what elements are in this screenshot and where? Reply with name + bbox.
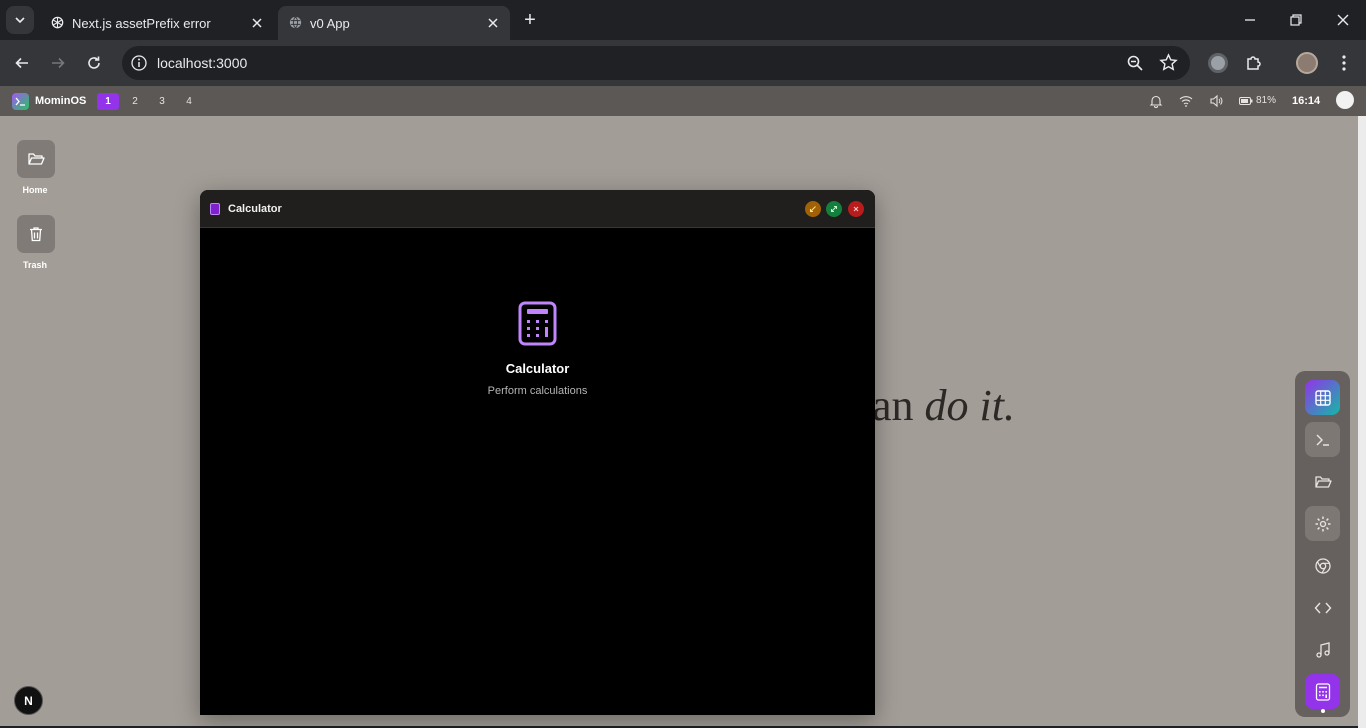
chrome-icon <box>1314 557 1331 574</box>
battery-icon <box>1239 96 1253 106</box>
workspace-1-button[interactable]: 1 <box>97 93 119 110</box>
tab-title: Next.js assetPrefix error <box>72 15 211 31</box>
tab-nextjs-error[interactable]: Next.js assetPrefix error <box>38 6 274 40</box>
close-tab-icon[interactable] <box>248 14 266 32</box>
tab-search-dropdown-button[interactable] <box>6 6 34 34</box>
terminal-icon <box>1316 434 1329 446</box>
calculator-window: Calculator Calculator Perform calculatio… <box>200 190 875 715</box>
os-logo-icon[interactable] <box>12 93 29 110</box>
desktop-icon-label: Trash <box>22 260 47 270</box>
profile-extension-icon[interactable] <box>1208 53 1228 73</box>
dock-item-music[interactable] <box>1305 632 1340 667</box>
desktop-icon-label: Home <box>22 185 48 195</box>
address-bar[interactable]: localhost:3000 <box>122 46 1190 80</box>
workspace-4-button[interactable]: 4 <box>178 93 200 110</box>
app-description: Perform calculations <box>487 385 588 397</box>
window-title: Calculator <box>228 203 282 215</box>
trash-icon <box>17 215 55 253</box>
folder-icon <box>1314 475 1332 488</box>
user-status-avatar[interactable] <box>1336 91 1354 109</box>
tab-title: v0 App <box>310 15 350 31</box>
reload-icon <box>88 56 100 69</box>
dock-item-settings[interactable] <box>1305 506 1340 541</box>
os-brand-name: MominOS <box>35 95 87 107</box>
os-top-bar: MominOS 1 2 3 4 81% 16:14 <box>0 86 1366 116</box>
desktop-icon-trash[interactable]: Trash <box>5 215 65 270</box>
chevron-down-icon <box>15 17 25 24</box>
active-app-indicator <box>1321 709 1325 713</box>
restore-window-button[interactable] <box>1286 10 1306 30</box>
dock-item-apps[interactable] <box>1305 380 1340 415</box>
globe-icon <box>289 16 302 29</box>
tab-v0-app[interactable]: v0 App <box>278 6 510 40</box>
new-tab-button[interactable]: + <box>518 8 542 32</box>
minimize-icon <box>810 206 816 212</box>
maximize-button[interactable] <box>826 201 842 217</box>
code-icon <box>1314 602 1331 613</box>
page-scrollbar[interactable] <box>1358 116 1366 728</box>
extensions-puzzle-icon[interactable] <box>1244 53 1264 73</box>
app-dock <box>1295 371 1350 717</box>
bell-icon[interactable] <box>1149 94 1163 108</box>
minimize-window-button[interactable] <box>1240 10 1260 30</box>
dock-item-terminal[interactable] <box>1305 422 1340 457</box>
calculator-small-icon <box>210 203 220 215</box>
calculator-icon <box>1315 682 1330 701</box>
back-button[interactable] <box>8 49 36 77</box>
settings-icon <box>1315 516 1330 531</box>
workspace-2-button[interactable]: 2 <box>124 93 146 110</box>
arrow-left-icon <box>15 57 28 69</box>
workspace-3-button[interactable]: 3 <box>151 93 173 110</box>
minimize-button[interactable] <box>805 201 821 217</box>
folder-icon <box>17 140 55 178</box>
browser-toolbar: localhost:3000 <box>0 40 1366 86</box>
clock: 16:14 <box>1292 95 1321 107</box>
maximize-icon <box>831 206 837 212</box>
dock-item-files[interactable] <box>1305 464 1340 499</box>
wifi-icon[interactable] <box>1179 94 1193 108</box>
music-icon <box>1315 641 1330 658</box>
calculator-app-icon <box>518 301 557 346</box>
user-avatar[interactable] <box>1296 52 1318 74</box>
volume-icon[interactable] <box>1209 94 1223 108</box>
app-name: Calculator <box>505 361 570 376</box>
nextjs-dev-badge[interactable]: N <box>14 686 43 715</box>
close-tab-icon[interactable] <box>484 14 502 32</box>
close-button[interactable] <box>848 201 864 217</box>
openai-icon <box>51 16 64 29</box>
forward-button[interactable] <box>44 49 72 77</box>
arrow-right-icon <box>52 57 65 69</box>
menu-dots-icon[interactable] <box>1334 53 1354 73</box>
window-titlebar[interactable]: Calculator <box>200 190 875 228</box>
bookmark-star-icon[interactable] <box>1159 53 1178 72</box>
battery-level: 81% <box>1256 95 1277 106</box>
desktop-icon-home[interactable]: Home <box>5 140 65 195</box>
reload-button[interactable] <box>80 49 108 77</box>
dock-item-calculator[interactable] <box>1305 674 1340 709</box>
dock-item-browser[interactable] <box>1305 548 1340 583</box>
background-hero-text: an do it. <box>872 381 1015 430</box>
url-text[interactable]: localhost:3000 <box>157 55 247 71</box>
close-icon <box>853 206 859 212</box>
zoom-icon[interactable] <box>1126 54 1144 72</box>
site-info-icon[interactable] <box>129 53 149 73</box>
browser-tab-strip: Next.js assetPrefix error v0 App + <box>0 0 1366 40</box>
grid-icon <box>1314 389 1331 406</box>
dock-item-code[interactable] <box>1305 590 1340 625</box>
close-window-button[interactable] <box>1333 10 1353 30</box>
